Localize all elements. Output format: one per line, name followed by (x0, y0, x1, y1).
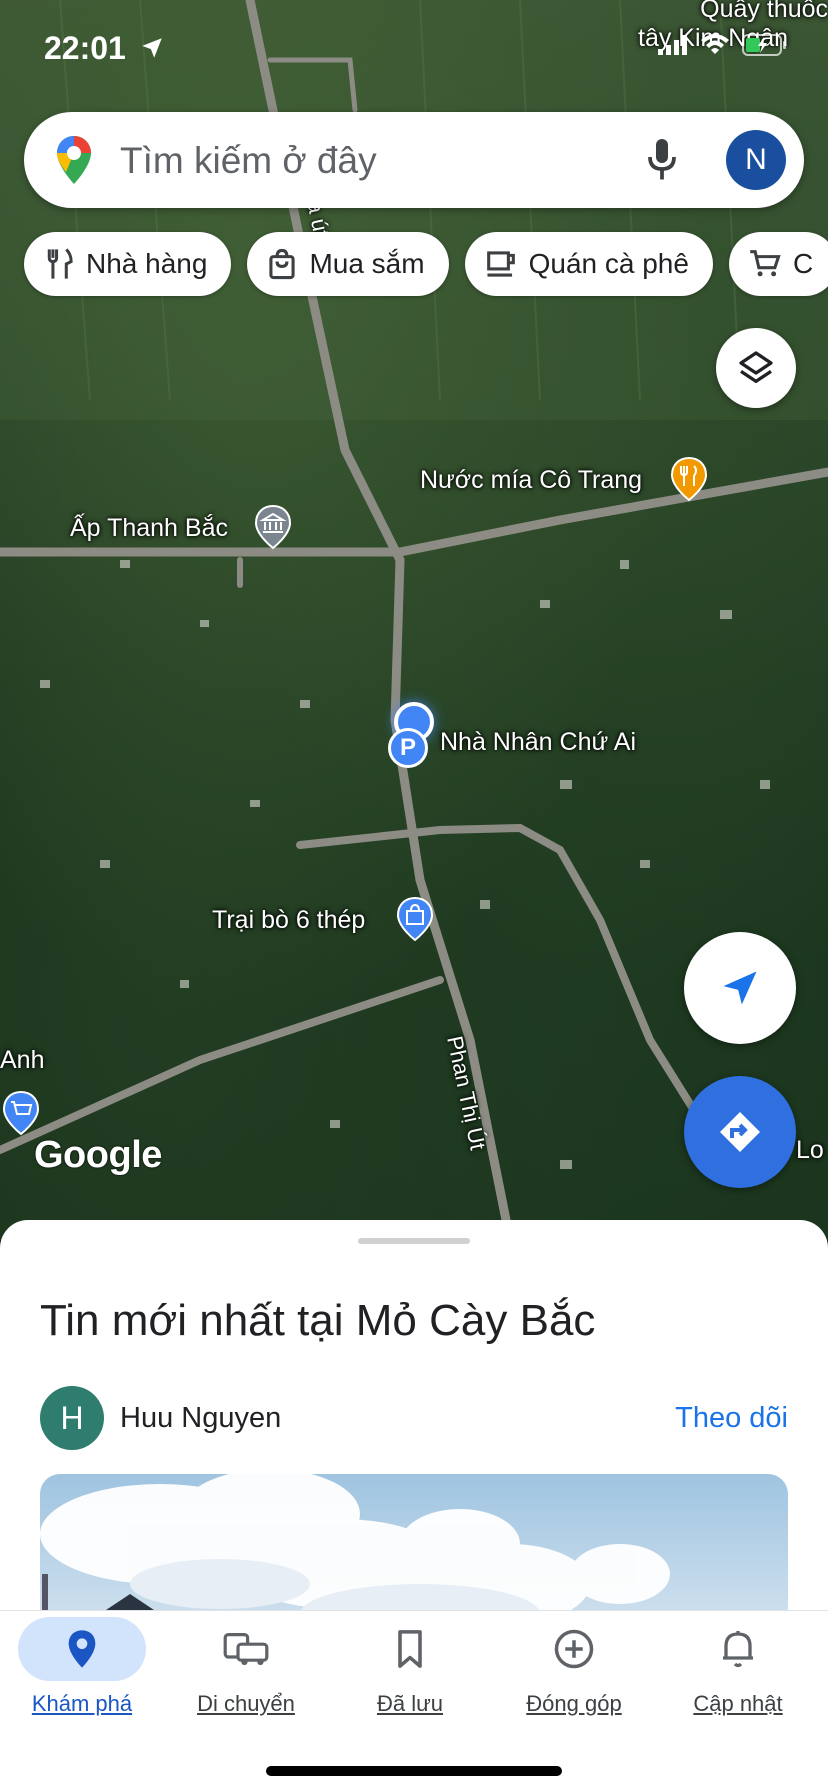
restaurant-pin-icon[interactable] (670, 456, 708, 502)
author-avatar[interactable]: H (40, 1386, 104, 1450)
my-location-button[interactable] (684, 932, 796, 1044)
status-time-text: 22:01 (44, 30, 126, 66)
category-chips: Nhà hàng Mua sắm Quán cà phê C (24, 232, 828, 296)
layers-button[interactable] (716, 328, 796, 408)
nav-commute-label: Di chuyển (197, 1691, 295, 1716)
google-maps-logo-icon (57, 136, 91, 184)
restaurant-icon (47, 248, 73, 279)
chip-restaurants[interactable]: Nhà hàng (24, 232, 232, 296)
cart-pin-icon[interactable] (2, 1090, 40, 1136)
map-label-nha-nhan[interactable]: Nhà Nhân Chứ Ai (440, 728, 636, 757)
nav-explore-label: Khám phá (31, 1691, 133, 1716)
map-label-lo[interactable]: Lo (796, 1136, 824, 1165)
status-bar: 22:01 (0, 0, 828, 100)
bell-icon (723, 1631, 753, 1668)
bottom-navigation: Khám phá Di chuyển Đã lưu Đóng góp Cập n… (0, 1610, 828, 1792)
microphone-icon[interactable] (644, 136, 680, 184)
wifi-icon (701, 34, 729, 54)
nav-commute-icon-wrap (182, 1617, 310, 1681)
location-arrow-icon (141, 38, 162, 58)
map-label-anh[interactable]: Anh (0, 1046, 44, 1075)
sheet-drag-handle[interactable] (358, 1238, 470, 1244)
search-bar[interactable]: Tìm kiếm ở đây N (24, 112, 804, 208)
chip-shopping-label: Mua sắm (309, 248, 425, 279)
nav-explore[interactable]: Khám phá (0, 1617, 164, 1717)
map-label-ap-thanh-bac[interactable]: Ấp Thanh Bắc (70, 514, 228, 543)
chip-coffee-label: Quán cà phê (528, 248, 689, 279)
directions-button[interactable] (684, 1076, 796, 1188)
landmark-pin-icon[interactable] (254, 504, 292, 550)
shopping-bag-icon (269, 248, 296, 280)
nav-contribute-icon-wrap (510, 1617, 638, 1681)
nav-explore-icon-wrap (18, 1617, 146, 1681)
chip-groceries-label: C (792, 248, 814, 279)
nav-contribute-label: Đóng góp (526, 1691, 622, 1716)
map-label-trai-bo[interactable]: Trại bò 6 thép (212, 906, 365, 935)
layers-icon (739, 351, 773, 383)
add-circle-icon (554, 1629, 594, 1669)
signal-icon (658, 35, 687, 55)
shopping-pin-icon[interactable] (396, 896, 434, 942)
navigation-arrow-icon (723, 971, 757, 1005)
author-name[interactable]: Huu Nguyen (120, 1402, 281, 1435)
post-photo[interactable] (40, 1474, 788, 1620)
chip-groceries[interactable]: C (728, 232, 828, 296)
latest-news-sheet[interactable]: Tin mới nhất tại Mỏ Cày Bắc H Huu Nguyen… (0, 1220, 828, 1620)
map-label-nuoc-mia[interactable]: Nước mía Cô Trang (420, 466, 642, 495)
cart-icon (750, 250, 781, 277)
google-attribution: Google (34, 1134, 162, 1176)
nav-commute[interactable]: Di chuyển (164, 1617, 328, 1717)
directions-icon (720, 1112, 760, 1152)
user-avatar[interactable]: N (726, 130, 786, 190)
chip-shopping[interactable]: Mua sắm (247, 232, 449, 296)
sheet-title: Tin mới nhất tại Mỏ Cày Bắc (40, 1296, 596, 1345)
chip-coffee[interactable]: Quán cà phê (464, 232, 713, 296)
nav-contribute[interactable]: Đóng góp (492, 1617, 656, 1717)
nav-updates-label: Cập nhật (693, 1691, 783, 1716)
parking-pin-icon[interactable]: P (388, 728, 428, 768)
chip-restaurants-label: Nhà hàng (86, 248, 208, 279)
status-time: 22:01 (44, 30, 165, 67)
nav-updates-icon-wrap (674, 1617, 802, 1681)
bookmark-icon (398, 1630, 422, 1668)
clouds-image (40, 1474, 670, 1620)
explore-pin-icon (68, 1630, 96, 1668)
nav-saved-icon-wrap (346, 1617, 474, 1681)
follow-button[interactable]: Theo dõi (675, 1402, 788, 1435)
coffee-icon (486, 251, 515, 277)
nav-saved[interactable]: Đã lưu (328, 1617, 492, 1717)
battery-charging-icon (742, 34, 786, 56)
status-icons (658, 34, 788, 56)
search-placeholder[interactable]: Tìm kiếm ở đây (120, 140, 377, 182)
nav-saved-label: Đã lưu (376, 1691, 444, 1716)
home-indicator[interactable] (266, 1766, 562, 1776)
nav-updates[interactable]: Cập nhật (656, 1617, 820, 1717)
commute-icon (223, 1633, 269, 1665)
